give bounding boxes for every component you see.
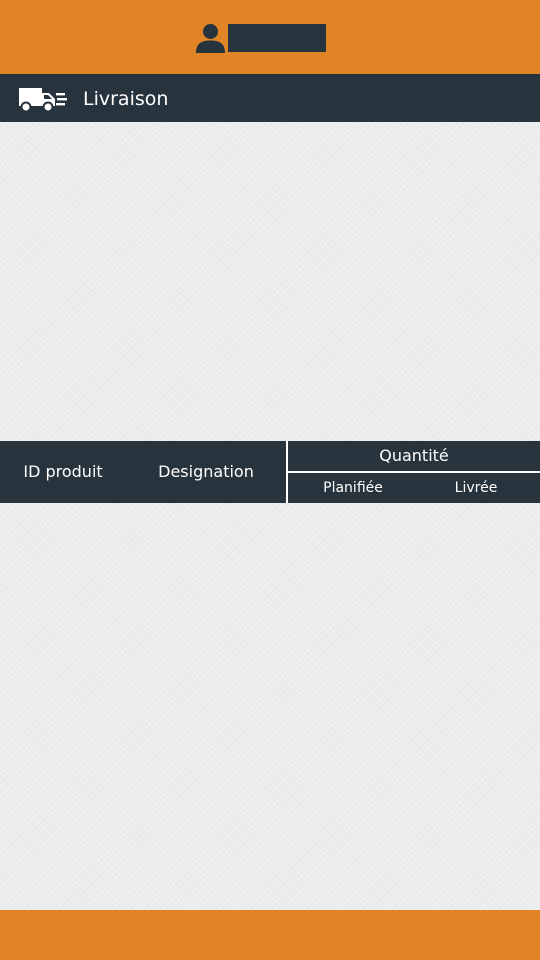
- column-header-designation[interactable]: Designation: [126, 441, 286, 503]
- title-bar: Livraison: [0, 74, 540, 122]
- footer-bar: [0, 910, 540, 960]
- delivery-truck-icon: [19, 88, 67, 113]
- table-header: ID produit Designation Quantité Planifié…: [0, 441, 540, 503]
- column-header-livree[interactable]: Livrée: [418, 473, 534, 503]
- column-group-header-quantite: Quantité: [379, 446, 449, 465]
- user-icon[interactable]: [195, 23, 226, 53]
- column-header-id-produit[interactable]: ID produit: [0, 441, 126, 503]
- top-bar: [0, 0, 540, 74]
- user-name-field[interactable]: [228, 24, 326, 52]
- page-title: Livraison: [83, 88, 169, 110]
- column-header-planifiee[interactable]: Planifiée: [288, 473, 418, 503]
